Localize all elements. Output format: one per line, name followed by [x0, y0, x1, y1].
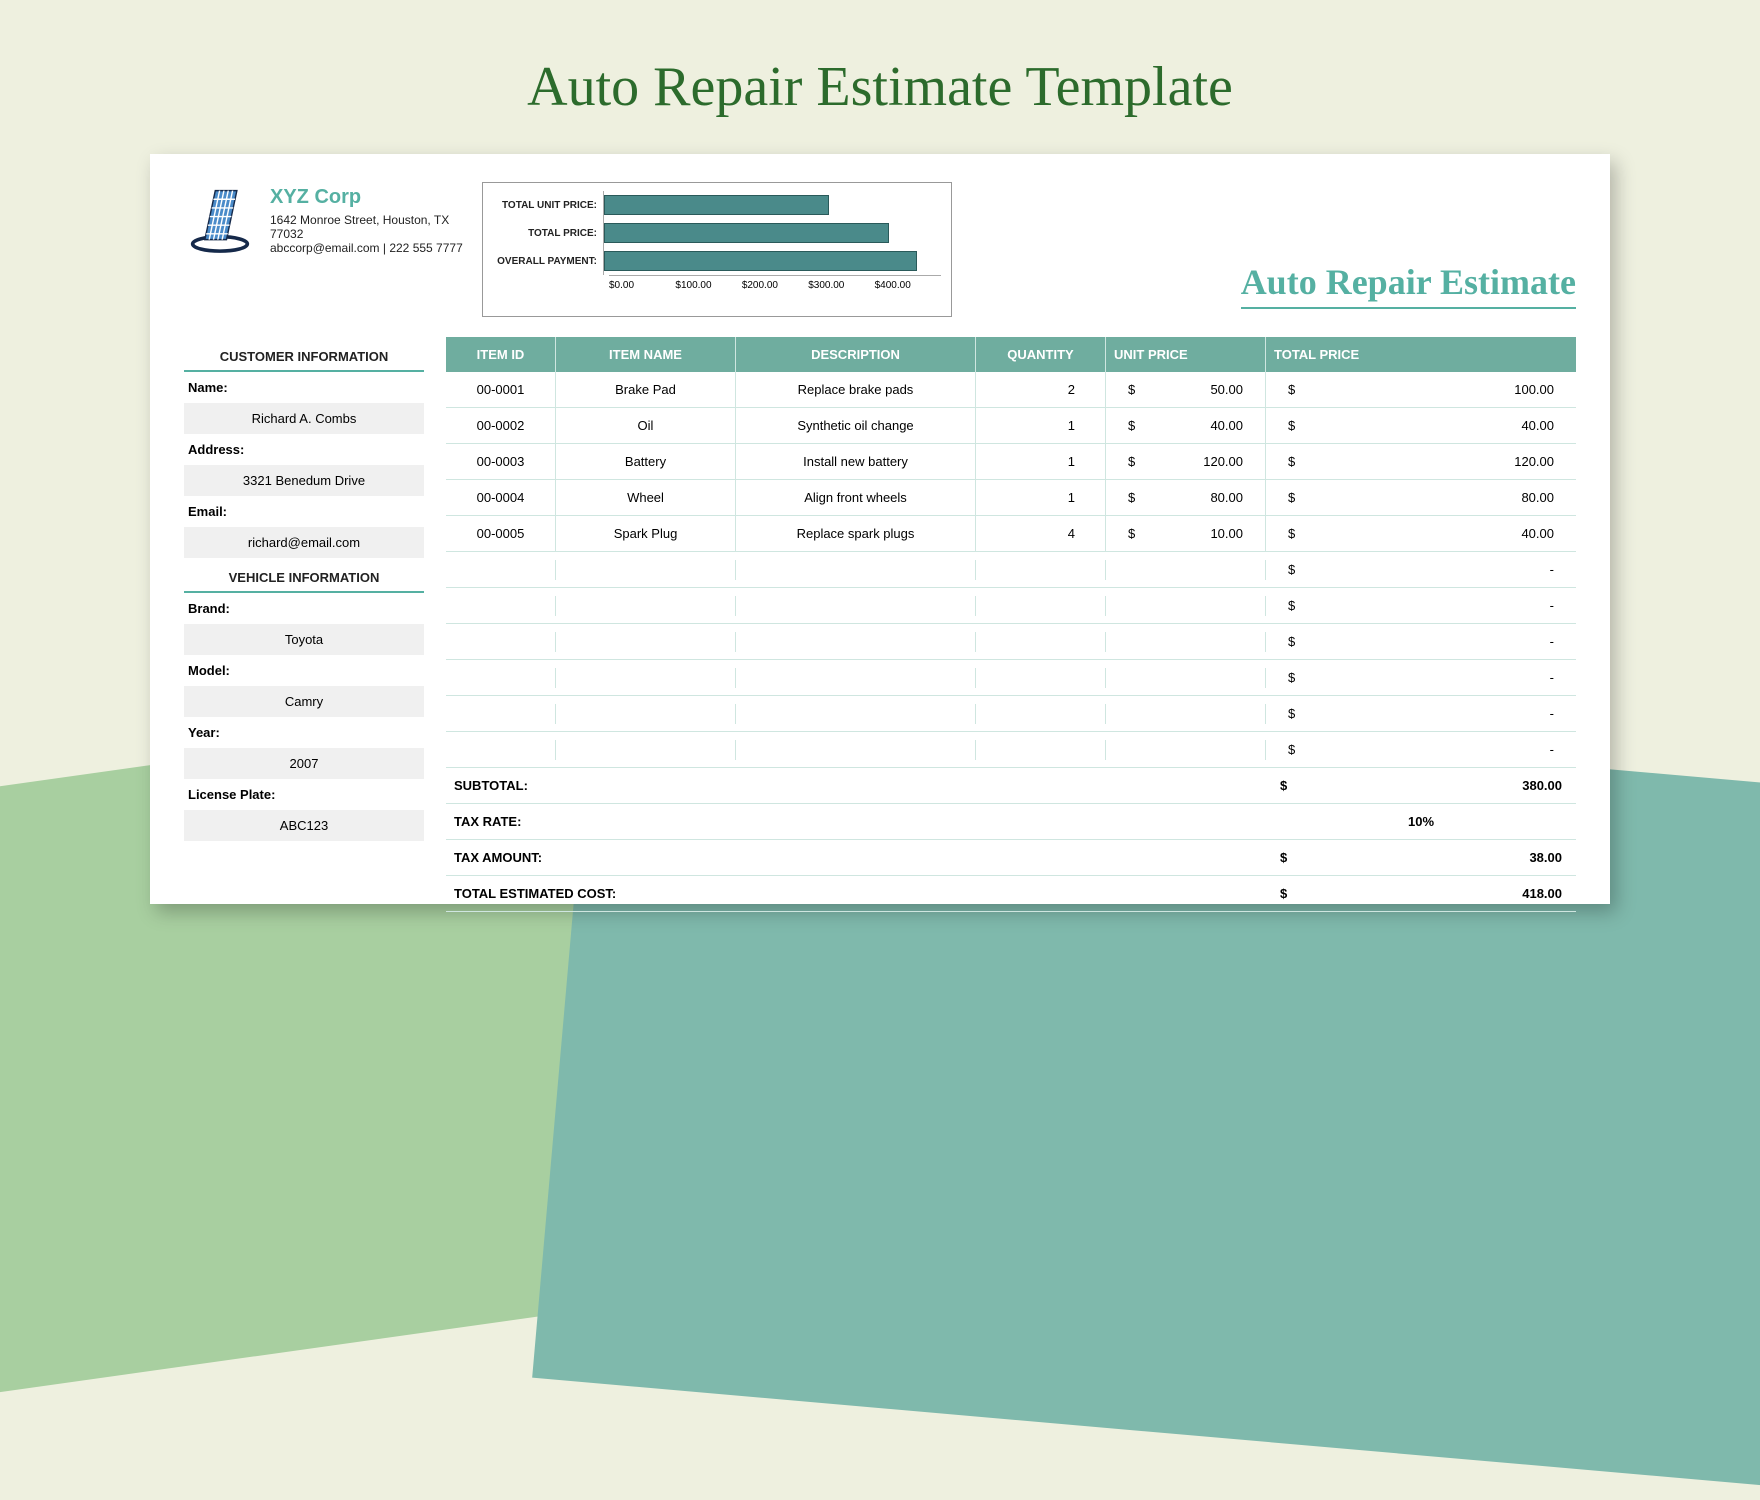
chart-bar: [604, 195, 829, 215]
table-row: 00-0003BatteryInstall new battery1$120.0…: [446, 444, 1576, 480]
year-value: 2007: [184, 748, 424, 779]
email-label: Email:: [184, 496, 424, 527]
items-table: ITEM ID ITEM NAME DESCRIPTION QUANTITY U…: [446, 337, 1576, 912]
table-row: 00-0002OilSynthetic oil change1$40.00$40…: [446, 408, 1576, 444]
subtotal-row: SUBTOTAL: $380.00: [446, 768, 1576, 804]
col-unit-price: UNIT PRICE: [1106, 337, 1266, 372]
total-value: 418.00: [1522, 886, 1562, 901]
brand-label: Brand:: [184, 593, 424, 624]
table-row: 00-0001Brake PadReplace brake pads2$50.0…: [446, 372, 1576, 408]
total-label: TOTAL ESTIMATED COST:: [446, 886, 1106, 901]
chart-category-label: TOTAL UNIT PRICE:: [493, 200, 603, 211]
info-sidebar: CUSTOMER INFORMATION Name: Richard A. Co…: [184, 337, 424, 912]
col-item-id: ITEM ID: [446, 337, 556, 372]
plate-label: License Plate:: [184, 779, 424, 810]
taxrate-label: TAX RATE:: [446, 814, 1106, 829]
subtotal-label: SUBTOTAL:: [446, 778, 1106, 793]
chart-axis-tick: $200.00: [742, 280, 808, 291]
name-value: Richard A. Combs: [184, 403, 424, 434]
address-value: 3321 Benedum Drive: [184, 465, 424, 496]
chart-axis-tick: $0.00: [609, 280, 675, 291]
brand-value: Toyota: [184, 624, 424, 655]
company-address: 1642 Monroe Street, Houston, TX 77032: [270, 213, 464, 241]
company-name: XYZ Corp: [270, 186, 464, 209]
table-header-row: ITEM ID ITEM NAME DESCRIPTION QUANTITY U…: [446, 337, 1576, 372]
chart-bar: [604, 251, 917, 271]
subtotal-value: 380.00: [1522, 778, 1562, 793]
chart-axis-tick: $400.00: [875, 280, 941, 291]
company-header: XYZ Corp 1642 Monroe Street, Houston, TX…: [184, 182, 464, 259]
model-label: Model:: [184, 655, 424, 686]
model-value: Camry: [184, 686, 424, 717]
col-description: DESCRIPTION: [736, 337, 976, 372]
document-title-block: Auto Repair Estimate: [970, 261, 1576, 317]
plate-value: ABC123: [184, 810, 424, 841]
customer-info-heading: CUSTOMER INFORMATION: [184, 343, 424, 372]
table-row-empty: $-: [446, 624, 1576, 660]
table-row-empty: $-: [446, 732, 1576, 768]
table-row: 00-0004WheelAlign front wheels1$80.00$80…: [446, 480, 1576, 516]
page-title: Auto Repair Estimate Template: [0, 0, 1760, 154]
summary-bar-chart: TOTAL UNIT PRICE: TOTAL PRICE: OVERALL PAY…: [482, 182, 952, 317]
col-item-name: ITEM NAME: [556, 337, 736, 372]
chart-category-label: OVERALL PAYMENT:: [493, 256, 603, 267]
table-row-empty: $-: [446, 660, 1576, 696]
table-row-empty: $-: [446, 552, 1576, 588]
chart-bar: [604, 223, 889, 243]
table-row-empty: $-: [446, 696, 1576, 732]
address-label: Address:: [184, 434, 424, 465]
name-label: Name:: [184, 372, 424, 403]
col-quantity: QUANTITY: [976, 337, 1106, 372]
taxamt-label: TAX AMOUNT:: [446, 850, 1106, 865]
taxrate-row: TAX RATE: 10%: [446, 804, 1576, 840]
chart-category-label: TOTAL PRICE:: [493, 228, 603, 239]
company-contact: abccorp@email.com | 222 555 7777: [270, 241, 464, 255]
vehicle-info-heading: VEHICLE INFORMATION: [184, 564, 424, 593]
year-label: Year:: [184, 717, 424, 748]
building-logo-icon: [184, 182, 256, 259]
document-title: Auto Repair Estimate: [1241, 261, 1576, 309]
taxamt-row: TAX AMOUNT: $38.00: [446, 840, 1576, 876]
chart-axis-tick: $300.00: [808, 280, 874, 291]
table-row-empty: $-: [446, 588, 1576, 624]
total-row: TOTAL ESTIMATED COST: $418.00: [446, 876, 1576, 912]
email-value: richard@email.com: [184, 527, 424, 558]
taxrate-value: 10%: [1266, 814, 1576, 829]
taxamt-value: 38.00: [1529, 850, 1562, 865]
table-row: 00-0005Spark PlugReplace spark plugs4$10…: [446, 516, 1576, 552]
col-total-price: TOTAL PRICE: [1266, 337, 1576, 372]
chart-axis-tick: $100.00: [675, 280, 741, 291]
document-card: XYZ Corp 1642 Monroe Street, Houston, TX…: [150, 154, 1610, 904]
